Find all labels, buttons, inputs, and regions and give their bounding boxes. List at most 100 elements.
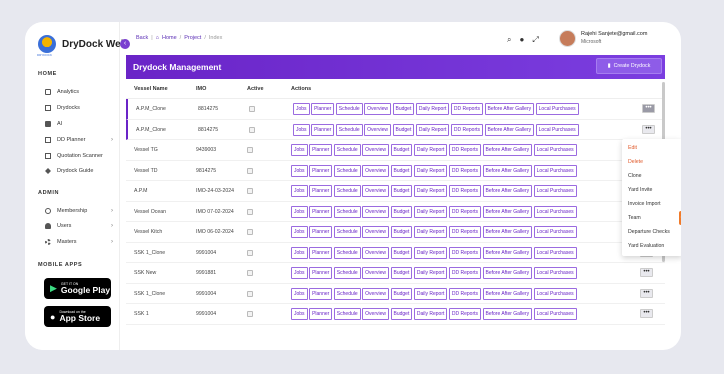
action-button-daily-report[interactable]: Daily Report xyxy=(413,164,448,177)
app-store-button[interactable]: ● Download on the App Store xyxy=(44,306,111,327)
action-button-budget[interactable]: Budget xyxy=(392,103,415,115)
sidebar-item-quotation-scanner[interactable]: Quotation Scanner xyxy=(45,153,115,159)
action-button-schedule[interactable]: Schedule xyxy=(335,123,363,136)
action-button-dd-reports[interactable]: DD Reports xyxy=(450,103,483,115)
active-checkbox[interactable] xyxy=(247,167,253,174)
action-button-before-after-gallery[interactable]: Before After Gallery xyxy=(482,185,533,197)
action-button-schedule[interactable]: Schedule xyxy=(333,185,361,197)
action-button-budget[interactable]: Budget xyxy=(392,123,415,136)
sidebar-item-membership[interactable]: Membership › xyxy=(45,208,115,214)
action-button-local-purchases[interactable]: Local Purchases xyxy=(533,308,577,320)
action-button-planner[interactable]: Planner xyxy=(309,205,333,218)
action-button-dd-reports[interactable]: DD Reports xyxy=(448,185,481,197)
action-button-jobs[interactable]: Jobs xyxy=(291,267,308,279)
menu-item-delete[interactable]: Delete xyxy=(628,159,643,165)
action-button-planner[interactable]: Planner xyxy=(309,287,333,300)
action-button-overview[interactable]: Overview xyxy=(362,308,389,320)
action-button-overview[interactable]: Overview xyxy=(362,226,389,238)
active-checkbox[interactable] xyxy=(247,311,253,317)
action-button-overview[interactable]: Overview xyxy=(362,246,389,259)
active-checkbox[interactable] xyxy=(247,290,253,297)
action-button-overview[interactable]: Overview xyxy=(362,287,389,300)
action-button-planner[interactable]: Planner xyxy=(309,164,333,177)
menu-item-yard-invite[interactable]: Yard Invite xyxy=(628,187,652,193)
more-options-button[interactable]: ••• xyxy=(640,309,653,318)
action-button-local-purchases[interactable]: Local Purchases xyxy=(533,246,577,259)
action-button-dd-reports[interactable]: DD Reports xyxy=(448,205,481,218)
search-icon[interactable]: ⌕ xyxy=(507,35,511,45)
active-checkbox[interactable] xyxy=(247,229,253,235)
active-checkbox[interactable] xyxy=(247,208,253,215)
action-button-before-after-gallery[interactable]: Before After Gallery xyxy=(482,287,533,300)
active-checkbox[interactable] xyxy=(247,147,253,153)
action-button-overview[interactable]: Overview xyxy=(364,123,391,136)
action-button-daily-report[interactable]: Daily Report xyxy=(413,144,448,156)
action-button-schedule[interactable]: Schedule xyxy=(333,144,361,156)
home-icon[interactable]: ⌂ xyxy=(156,35,159,41)
action-button-dd-reports[interactable]: DD Reports xyxy=(450,123,483,136)
action-button-planner[interactable]: Planner xyxy=(309,226,333,238)
action-button-jobs[interactable]: Jobs xyxy=(291,226,308,238)
avatar[interactable] xyxy=(559,30,576,47)
action-button-local-purchases[interactable]: Local Purchases xyxy=(533,226,577,238)
action-button-jobs[interactable]: Jobs xyxy=(291,287,308,300)
action-button-local-purchases[interactable]: Local Purchases xyxy=(535,103,579,115)
action-button-jobs[interactable]: Jobs xyxy=(291,185,308,197)
action-button-before-after-gallery[interactable]: Before After Gallery xyxy=(484,123,535,136)
menu-item-clone[interactable]: Clone xyxy=(628,173,642,179)
action-button-daily-report[interactable]: Daily Report xyxy=(413,287,448,300)
active-checkbox[interactable] xyxy=(249,106,255,112)
action-button-local-purchases[interactable]: Local Purchases xyxy=(533,164,577,177)
action-button-overview[interactable]: Overview xyxy=(362,185,389,197)
action-button-local-purchases[interactable]: Local Purchases xyxy=(533,205,577,218)
action-button-jobs[interactable]: Jobs xyxy=(291,144,308,156)
active-checkbox[interactable] xyxy=(247,270,253,276)
more-options-button[interactable]: ••• xyxy=(640,268,653,277)
menu-item-departure-checks[interactable]: Departure Checks xyxy=(628,229,670,235)
brand[interactable]: DryDock Web xyxy=(38,35,127,53)
settings-side-tab[interactable]: ⚙ xyxy=(679,211,681,225)
action-button-schedule[interactable]: Schedule xyxy=(333,308,361,320)
action-button-schedule[interactable]: Schedule xyxy=(333,246,361,259)
active-checkbox[interactable] xyxy=(247,188,253,194)
action-button-jobs[interactable]: Jobs xyxy=(291,246,308,259)
breadcrumb-home[interactable]: Home xyxy=(162,35,177,41)
action-button-schedule[interactable]: Schedule xyxy=(333,287,361,300)
sidebar-item-drydocks[interactable]: Drydocks xyxy=(45,105,115,111)
active-checkbox[interactable] xyxy=(247,249,253,256)
action-button-jobs[interactable]: Jobs xyxy=(291,205,308,218)
bell-icon[interactable]: ● xyxy=(519,35,524,45)
action-button-planner[interactable]: Planner xyxy=(309,144,333,156)
action-button-overview[interactable]: Overview xyxy=(362,164,389,177)
action-button-budget[interactable]: Budget xyxy=(390,164,413,177)
menu-item-edit[interactable]: Edit xyxy=(628,145,637,151)
action-button-budget[interactable]: Budget xyxy=(390,226,413,238)
action-button-local-purchases[interactable]: Local Purchases xyxy=(533,185,577,197)
more-options-button[interactable]: ••• xyxy=(640,288,653,298)
action-button-planner[interactable]: Planner xyxy=(309,246,333,259)
action-button-planner[interactable]: Planner xyxy=(309,267,333,279)
google-play-button[interactable]: ▶ GET IT ON Google Play xyxy=(44,278,111,299)
collapse-sidebar-button[interactable]: ‹ xyxy=(120,39,130,49)
action-button-planner[interactable]: Planner xyxy=(309,308,333,320)
action-button-schedule[interactable]: Schedule xyxy=(333,205,361,218)
action-button-planner[interactable]: Planner xyxy=(311,103,335,115)
more-options-button[interactable]: ••• xyxy=(642,104,655,113)
action-button-budget[interactable]: Budget xyxy=(390,185,413,197)
action-button-before-after-gallery[interactable]: Before After Gallery xyxy=(482,267,533,279)
action-button-daily-report[interactable]: Daily Report xyxy=(415,103,450,115)
action-button-budget[interactable]: Budget xyxy=(390,267,413,279)
fullscreen-icon[interactable]: ⤢ xyxy=(532,35,538,45)
action-button-schedule[interactable]: Schedule xyxy=(333,226,361,238)
action-button-daily-report[interactable]: Daily Report xyxy=(413,205,448,218)
action-button-daily-report[interactable]: Daily Report xyxy=(413,267,448,279)
action-button-daily-report[interactable]: Daily Report xyxy=(413,246,448,259)
sidebar-item-ai[interactable]: AI xyxy=(45,121,115,127)
action-button-dd-reports[interactable]: DD Reports xyxy=(448,164,481,177)
sidebar-item-analytics[interactable]: Analytics xyxy=(45,89,115,95)
action-button-before-after-gallery[interactable]: Before After Gallery xyxy=(482,205,533,218)
menu-item-yard-evaluation[interactable]: Yard Evaluation xyxy=(628,243,664,249)
action-button-daily-report[interactable]: Daily Report xyxy=(413,226,448,238)
sidebar-item-masters[interactable]: Masters › xyxy=(45,239,115,245)
action-button-dd-reports[interactable]: DD Reports xyxy=(448,144,481,156)
